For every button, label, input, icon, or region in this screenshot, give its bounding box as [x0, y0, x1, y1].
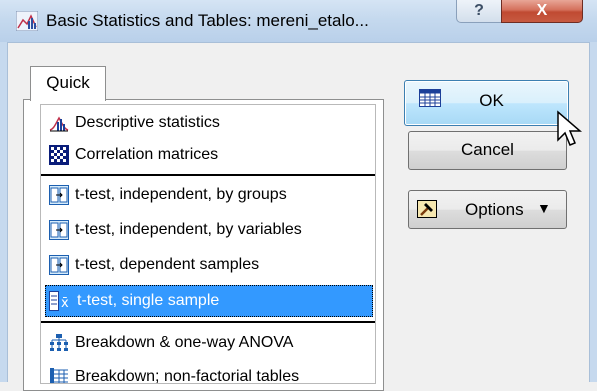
list-separator	[41, 321, 375, 323]
t-test-icon	[49, 255, 69, 275]
dropdown-arrow-icon: ▼	[537, 200, 551, 216]
list-item-t-test-by-groups[interactable]: t-test, independent, by groups	[43, 179, 371, 211]
list-item-correlation-matrices[interactable]: Correlation matrices	[43, 139, 371, 171]
list-item-label: t-test, single sample	[77, 285, 219, 317]
ok-label: OK	[405, 91, 568, 111]
statistics-app-icon	[16, 11, 38, 31]
options-label: Options	[465, 200, 524, 220]
list-item-t-test-by-variables[interactable]: t-test, independent, by variables	[43, 214, 371, 246]
list-item-label: t-test, independent, by groups	[75, 179, 287, 211]
svg-text:x̄: x̄	[61, 296, 69, 311]
title-bar: Basic Statistics and Tables: mereni_etal…	[0, 0, 597, 43]
list-item-breakdown-non-factorial[interactable]: Breakdown; non-factorial tables	[43, 361, 371, 384]
ok-button[interactable]: OK	[404, 80, 569, 126]
cancel-button[interactable]: Cancel	[408, 131, 567, 170]
list-item-t-test-dependent[interactable]: t-test, dependent samples	[43, 249, 371, 281]
help-button[interactable]: ?	[456, 0, 502, 23]
list-item-t-test-single-sample[interactable]: x̄ t-test, single sample	[45, 285, 373, 317]
breakdown-anova-icon	[49, 333, 69, 353]
window-frame-right	[589, 42, 597, 382]
t-test-icon	[49, 185, 69, 205]
hammer-icon	[417, 200, 437, 218]
mouse-cursor-icon	[556, 110, 586, 150]
list-item-descriptive-statistics[interactable]: Descriptive statistics	[43, 107, 371, 139]
window-frame-left	[0, 42, 8, 382]
list-item-breakdown-anova[interactable]: Breakdown & one-way ANOVA	[43, 327, 371, 359]
list-item-label: Breakdown & one-way ANOVA	[75, 327, 293, 359]
t-test-icon	[49, 220, 69, 240]
tab-quick[interactable]: Quick	[30, 66, 106, 101]
analysis-list[interactable]: Descriptive statistics Correlation matri…	[40, 104, 376, 384]
correlation-matrix-icon	[49, 145, 69, 165]
close-button[interactable]: X	[501, 0, 583, 23]
list-item-label: Descriptive statistics	[75, 107, 220, 139]
options-button[interactable]: Options ▼	[408, 190, 567, 229]
list-item-label: Breakdown; non-factorial tables	[75, 361, 299, 384]
breakdown-table-icon	[49, 367, 69, 384]
list-item-label: t-test, dependent samples	[75, 249, 259, 281]
list-separator	[41, 174, 375, 176]
list-item-label: t-test, independent, by variables	[75, 214, 302, 246]
list-item-label: Correlation matrices	[75, 139, 218, 171]
single-sample-icon: x̄	[49, 291, 73, 311]
window-title: Basic Statistics and Tables: mereni_etal…	[46, 11, 369, 31]
descriptive-stats-icon	[49, 113, 69, 133]
